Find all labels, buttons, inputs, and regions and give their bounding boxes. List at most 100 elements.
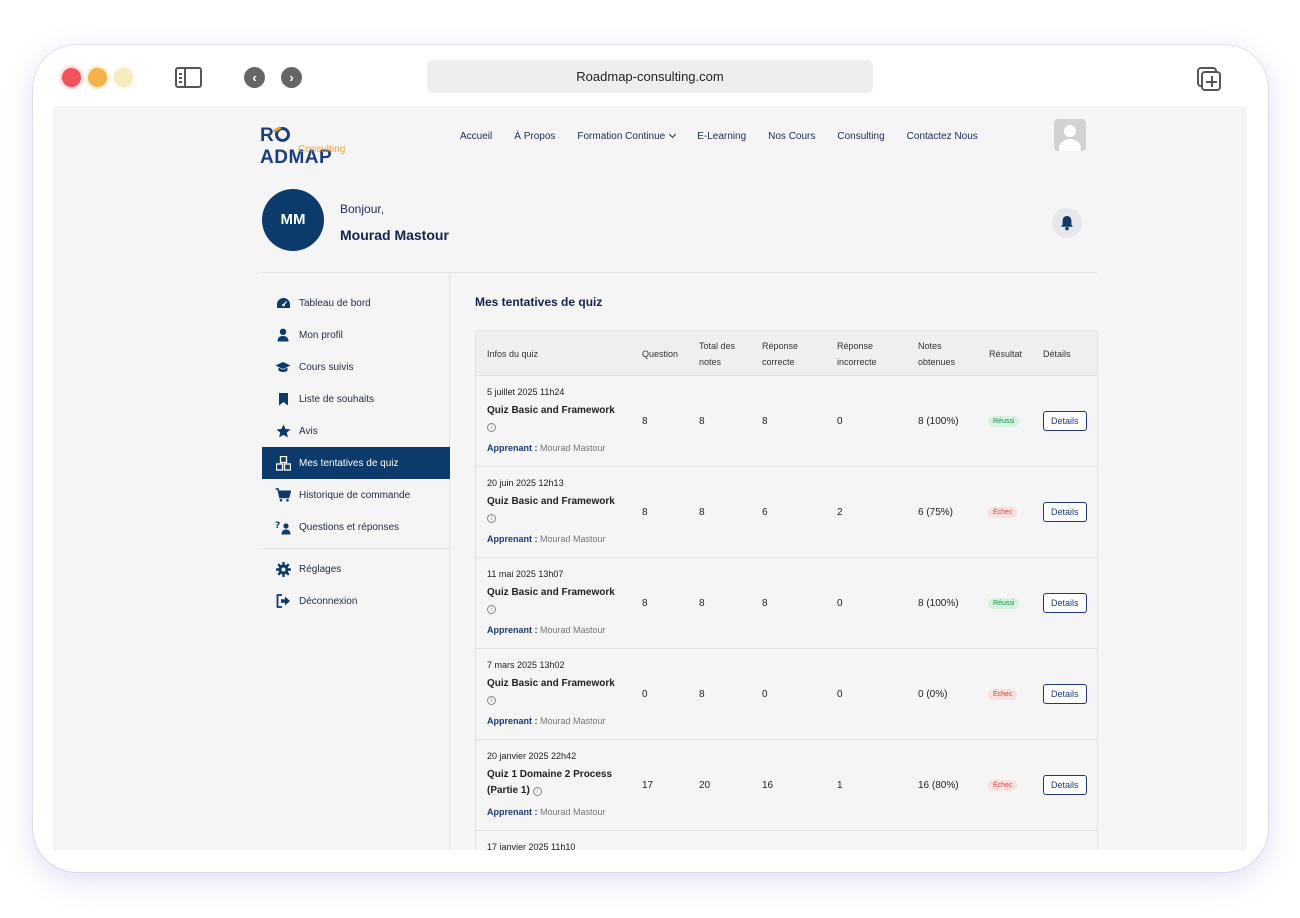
learner-name: Mourad Mastour bbox=[540, 625, 606, 635]
col-infos: Infos du quiz bbox=[487, 348, 539, 359]
quiz-name: Quiz Basic and Framework i bbox=[487, 585, 617, 617]
attempt-date: 20 juin 2025 12h13 bbox=[487, 478, 564, 488]
header-divider bbox=[262, 272, 1097, 273]
details-cell: Details bbox=[1043, 467, 1087, 557]
nav-contactez-nous[interactable]: Contactez Nous bbox=[907, 131, 978, 142]
menu-label: Avis bbox=[299, 425, 318, 437]
col-question: Question bbox=[642, 348, 679, 359]
nav-nos-cours[interactable]: Nos Cours bbox=[768, 131, 815, 142]
correct-count: 16 bbox=[762, 779, 774, 791]
info-icon[interactable]: i bbox=[487, 514, 496, 523]
col-obtained: Notes obtenues bbox=[918, 331, 955, 376]
total-notes: 8 bbox=[699, 506, 705, 518]
col-obtained-line1: Notes bbox=[918, 340, 942, 351]
result-cell: Échec bbox=[988, 467, 1018, 557]
graduation-cap-icon bbox=[275, 359, 291, 375]
col-result: Résultat bbox=[989, 348, 1023, 359]
notifications-button[interactable] bbox=[1052, 208, 1082, 238]
bell-icon bbox=[1061, 216, 1073, 231]
site-logo[interactable]: RADMAP Consulting bbox=[260, 125, 360, 168]
menu-item-mes-tentatives-de-quiz[interactable]: Mes tentatives de quiz bbox=[262, 447, 450, 479]
incorrect-count: 2 bbox=[837, 506, 843, 518]
menu-item-mon-profil[interactable]: Mon profil bbox=[262, 319, 450, 351]
table-row: 5 juillet 2025 11h24 Quiz Basic and Fram… bbox=[476, 376, 1097, 467]
question-count: 8 bbox=[642, 506, 648, 518]
attempt-date: 20 janvier 2025 22h42 bbox=[487, 751, 577, 761]
status-badge: Réussi bbox=[988, 597, 1020, 609]
learner-line: Apprenant : Mourad Mastour bbox=[487, 716, 606, 726]
nav-formation-continue[interactable]: Formation Continue bbox=[577, 130, 677, 142]
learner-line: Apprenant : Mourad Mastour bbox=[487, 807, 606, 817]
nav-e-learning[interactable]: E-Learning bbox=[697, 131, 746, 142]
table-row: 11 mai 2025 13h07 Quiz Basic and Framewo… bbox=[476, 558, 1097, 649]
question-count: 8 bbox=[642, 597, 648, 609]
nav-accueil[interactable]: Accueil bbox=[460, 131, 492, 142]
col-obtained-line2: obtenues bbox=[918, 356, 956, 367]
svg-text:?: ? bbox=[275, 521, 280, 531]
quiz-name: Quiz 1 Domaine 2 Process (Partie 1) i bbox=[487, 767, 617, 799]
col-total-line1: Total des bbox=[699, 340, 736, 351]
close-window-button[interactable] bbox=[62, 68, 81, 87]
quiz-name: Quiz Basic and Framework i bbox=[487, 403, 617, 435]
back-button[interactable]: ‹ bbox=[244, 67, 265, 88]
details-button[interactable]: Details bbox=[1043, 593, 1087, 613]
obtained-score: 16 (80%) bbox=[918, 779, 959, 791]
col-total-line2: notes bbox=[699, 356, 722, 367]
col-correct: Réponse correcte bbox=[762, 331, 798, 376]
forward-button[interactable]: › bbox=[281, 67, 302, 88]
obtained-score: 0 (0%) bbox=[918, 688, 948, 700]
menu-label: Mes tentatives de quiz bbox=[299, 457, 399, 469]
screenshot-stage: ‹ › Roadmap-consulting.com RADMAP Consul… bbox=[0, 0, 1300, 918]
status-badge: Réussi bbox=[988, 415, 1020, 427]
col-correct-line1: Réponse bbox=[762, 340, 799, 351]
menu-label: Questions et réponses bbox=[299, 521, 400, 533]
learner-label: Apprenant : bbox=[487, 807, 538, 817]
greeting-text: Bonjour, bbox=[340, 202, 385, 216]
nav-consulting[interactable]: Consulting bbox=[837, 131, 884, 142]
menu-item-avis[interactable]: Avis bbox=[262, 415, 450, 447]
incorrect-count: 0 bbox=[837, 688, 843, 700]
quiz-name-text: Quiz Basic and Framework bbox=[487, 587, 615, 598]
info-icon[interactable]: i bbox=[487, 423, 496, 432]
details-button[interactable]: Details bbox=[1043, 684, 1087, 704]
learner-label: Apprenant : bbox=[487, 625, 538, 635]
menu-item-deconnexion[interactable]: Déconnexion bbox=[262, 585, 450, 617]
menu-item-cours-suivis[interactable]: Cours suivis bbox=[262, 351, 450, 383]
quiz-attempts-table: Infos du quiz Question Total des notes Ré… bbox=[475, 330, 1098, 850]
nav-a-propos[interactable]: À Propos bbox=[514, 131, 555, 142]
info-icon[interactable]: i bbox=[487, 696, 496, 705]
menu-item-historique-de-commande[interactable]: Historique de commande bbox=[262, 479, 450, 511]
menu-item-reglages[interactable]: Réglages bbox=[262, 553, 450, 585]
menu-separator bbox=[262, 548, 450, 549]
maximize-window-button[interactable] bbox=[114, 68, 133, 87]
incorrect-count: 0 bbox=[837, 597, 843, 609]
user-full-name: Mourad Mastour bbox=[340, 227, 449, 243]
details-button[interactable]: Details bbox=[1043, 411, 1087, 431]
details-button[interactable]: Details bbox=[1043, 502, 1087, 522]
user-avatar-icon[interactable] bbox=[1054, 119, 1086, 151]
question-count: 8 bbox=[642, 415, 648, 427]
learner-line: Apprenant : Mourad Mastour bbox=[487, 443, 606, 453]
menu-item-questions-et-reponses[interactable]: ? Questions et réponses bbox=[262, 511, 450, 543]
table-row: 7 mars 2025 13h02 Quiz Basic and Framewo… bbox=[476, 649, 1097, 740]
sidebar-toggle-icon[interactable] bbox=[175, 67, 202, 88]
total-notes: 8 bbox=[699, 597, 705, 609]
question-answer-icon: ? bbox=[275, 519, 291, 535]
details-cell: Details bbox=[1043, 376, 1087, 466]
total-notes: 8 bbox=[699, 415, 705, 427]
menu-label: Déconnexion bbox=[299, 595, 358, 607]
quiz-name: Quiz Basic and Framework i bbox=[487, 676, 617, 708]
address-bar[interactable]: Roadmap-consulting.com bbox=[427, 60, 873, 93]
learner-name: Mourad Mastour bbox=[540, 443, 606, 453]
menu-item-tableau-de-bord[interactable]: Tableau de bord bbox=[262, 287, 450, 319]
question-count: 17 bbox=[642, 779, 654, 791]
details-button[interactable]: Details bbox=[1043, 775, 1087, 795]
table-row: 20 juin 2025 12h13 Quiz Basic and Framew… bbox=[476, 467, 1097, 558]
minimize-window-button[interactable] bbox=[88, 68, 107, 87]
menu-label: Mon profil bbox=[299, 329, 343, 341]
new-tab-icon[interactable] bbox=[1197, 67, 1221, 91]
info-icon[interactable]: i bbox=[532, 787, 542, 796]
info-icon[interactable]: i bbox=[487, 605, 496, 614]
nav-formation-label: Formation Continue bbox=[577, 131, 666, 142]
menu-item-liste-de-souhaits[interactable]: Liste de souhaits bbox=[262, 383, 450, 415]
